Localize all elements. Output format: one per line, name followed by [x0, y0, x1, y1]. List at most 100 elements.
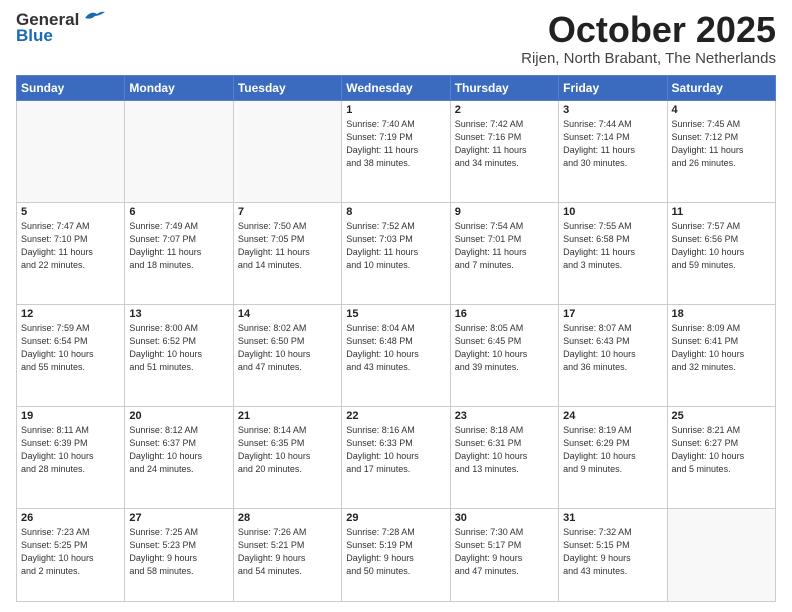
weekday-header-row: SundayMondayTuesdayWednesdayThursdayFrid…: [17, 75, 776, 100]
day-info: Sunrise: 8:05 AM Sunset: 6:45 PM Dayligh…: [455, 322, 554, 374]
calendar-cell: [667, 508, 775, 601]
calendar-cell: 10 Sunrise: 7:55 AM Sunset: 6:58 PM Dayli…: [559, 202, 667, 304]
day-info: Sunrise: 7:49 AM Sunset: 7:07 PM Dayligh…: [129, 220, 228, 272]
location: Rijen, North Brabant, The Netherlands: [521, 50, 776, 67]
calendar-week-5: 26 Sunrise: 7:23 AM Sunset: 5:25 PM Dayli…: [17, 508, 776, 601]
day-info: Sunrise: 7:30 AM Sunset: 5:17 PM Dayligh…: [455, 526, 554, 578]
day-number: 27: [129, 512, 228, 524]
day-info: Sunrise: 8:04 AM Sunset: 6:48 PM Dayligh…: [346, 322, 445, 374]
weekday-header-thursday: Thursday: [450, 75, 558, 100]
calendar-cell: 28 Sunrise: 7:26 AM Sunset: 5:21 PM Dayli…: [233, 508, 341, 601]
day-number: 12: [21, 308, 120, 320]
day-number: 11: [672, 206, 771, 218]
day-info: Sunrise: 8:12 AM Sunset: 6:37 PM Dayligh…: [129, 424, 228, 476]
day-info: Sunrise: 8:09 AM Sunset: 6:41 PM Dayligh…: [672, 322, 771, 374]
logo: General Blue: [16, 10, 105, 46]
day-info: Sunrise: 7:55 AM Sunset: 6:58 PM Dayligh…: [563, 220, 662, 272]
day-number: 30: [455, 512, 554, 524]
calendar-cell: 19 Sunrise: 8:11 AM Sunset: 6:39 PM Dayli…: [17, 406, 125, 508]
day-number: 7: [238, 206, 337, 218]
calendar-week-3: 12Sunrise: 7:59 AM Sunset: 6:54 PM Dayli…: [17, 304, 776, 406]
day-number: 5: [21, 206, 120, 218]
calendar-cell: 20 Sunrise: 8:12 AM Sunset: 6:37 PM Dayli…: [125, 406, 233, 508]
month-title: October 2025: [521, 10, 776, 50]
day-number: 20: [129, 410, 228, 422]
day-number: 15: [346, 308, 445, 320]
day-info: Sunrise: 8:02 AM Sunset: 6:50 PM Dayligh…: [238, 322, 337, 374]
calendar-cell: [125, 100, 233, 202]
day-info: Sunrise: 8:19 AM Sunset: 6:29 PM Dayligh…: [563, 424, 662, 476]
calendar-cell: 26 Sunrise: 7:23 AM Sunset: 5:25 PM Dayli…: [17, 508, 125, 601]
title-block: October 2025 Rijen, North Brabant, The N…: [521, 10, 776, 67]
calendar-cell: 17Sunrise: 8:07 AM Sunset: 6:43 PM Dayli…: [559, 304, 667, 406]
day-number: 29: [346, 512, 445, 524]
weekday-header-wednesday: Wednesday: [342, 75, 450, 100]
day-info: Sunrise: 7:57 AM Sunset: 6:56 PM Dayligh…: [672, 220, 771, 272]
day-info: Sunrise: 7:45 AM Sunset: 7:12 PM Dayligh…: [672, 118, 771, 170]
header: General Blue October 2025 Rijen, North B…: [16, 10, 776, 67]
calendar-cell: 6Sunrise: 7:49 AM Sunset: 7:07 PM Daylig…: [125, 202, 233, 304]
day-info: Sunrise: 7:28 AM Sunset: 5:19 PM Dayligh…: [346, 526, 445, 578]
day-number: 25: [672, 410, 771, 422]
day-number: 24: [563, 410, 662, 422]
day-number: 9: [455, 206, 554, 218]
day-number: 10: [563, 206, 662, 218]
day-number: 13: [129, 308, 228, 320]
weekday-header-saturday: Saturday: [667, 75, 775, 100]
calendar-week-4: 19 Sunrise: 8:11 AM Sunset: 6:39 PM Dayli…: [17, 406, 776, 508]
page: General Blue October 2025 Rijen, North B…: [0, 0, 792, 612]
day-number: 31: [563, 512, 662, 524]
weekday-header-monday: Monday: [125, 75, 233, 100]
calendar-cell: 29 Sunrise: 7:28 AM Sunset: 5:19 PM Dayli…: [342, 508, 450, 601]
day-number: 3: [563, 104, 662, 116]
weekday-header-friday: Friday: [559, 75, 667, 100]
calendar-cell: 23Sunrise: 8:18 AM Sunset: 6:31 PM Dayli…: [450, 406, 558, 508]
calendar-cell: 16 Sunrise: 8:05 AM Sunset: 6:45 PM Dayli…: [450, 304, 558, 406]
calendar-cell: 8 Sunrise: 7:52 AM Sunset: 7:03 PM Daylig…: [342, 202, 450, 304]
calendar-week-1: 1 Sunrise: 7:40 AM Sunset: 7:19 PM Daylig…: [17, 100, 776, 202]
day-number: 16: [455, 308, 554, 320]
day-number: 14: [238, 308, 337, 320]
day-number: 26: [21, 512, 120, 524]
day-info: Sunrise: 7:44 AM Sunset: 7:14 PM Dayligh…: [563, 118, 662, 170]
logo-bird-icon: [83, 10, 105, 26]
day-number: 1: [346, 104, 445, 116]
calendar-cell: 25Sunrise: 8:21 AM Sunset: 6:27 PM Dayli…: [667, 406, 775, 508]
day-number: 18: [672, 308, 771, 320]
day-info: Sunrise: 7:42 AM Sunset: 7:16 PM Dayligh…: [455, 118, 554, 170]
day-info: Sunrise: 7:52 AM Sunset: 7:03 PM Dayligh…: [346, 220, 445, 272]
day-number: 2: [455, 104, 554, 116]
day-number: 19: [21, 410, 120, 422]
calendar-cell: 15 Sunrise: 8:04 AM Sunset: 6:48 PM Dayli…: [342, 304, 450, 406]
day-number: 21: [238, 410, 337, 422]
day-info: Sunrise: 7:26 AM Sunset: 5:21 PM Dayligh…: [238, 526, 337, 578]
day-info: Sunrise: 7:40 AM Sunset: 7:19 PM Dayligh…: [346, 118, 445, 170]
calendar-cell: 18 Sunrise: 8:09 AM Sunset: 6:41 PM Dayli…: [667, 304, 775, 406]
calendar-cell: 12Sunrise: 7:59 AM Sunset: 6:54 PM Dayli…: [17, 304, 125, 406]
logo-blue-text: Blue: [16, 26, 53, 46]
calendar-cell: 3 Sunrise: 7:44 AM Sunset: 7:14 PM Daylig…: [559, 100, 667, 202]
calendar-cell: 2 Sunrise: 7:42 AM Sunset: 7:16 PM Daylig…: [450, 100, 558, 202]
day-info: Sunrise: 7:32 AM Sunset: 5:15 PM Dayligh…: [563, 526, 662, 578]
calendar-cell: 31 Sunrise: 7:32 AM Sunset: 5:15 PM Dayli…: [559, 508, 667, 601]
day-info: Sunrise: 8:11 AM Sunset: 6:39 PM Dayligh…: [21, 424, 120, 476]
day-number: 28: [238, 512, 337, 524]
weekday-header-sunday: Sunday: [17, 75, 125, 100]
day-info: Sunrise: 7:50 AM Sunset: 7:05 PM Dayligh…: [238, 220, 337, 272]
day-info: Sunrise: 7:54 AM Sunset: 7:01 PM Dayligh…: [455, 220, 554, 272]
calendar-week-2: 5 Sunrise: 7:47 AM Sunset: 7:10 PM Daylig…: [17, 202, 776, 304]
calendar-cell: 30 Sunrise: 7:30 AM Sunset: 5:17 PM Dayli…: [450, 508, 558, 601]
calendar-cell: 14 Sunrise: 8:02 AM Sunset: 6:50 PM Dayli…: [233, 304, 341, 406]
day-info: Sunrise: 7:47 AM Sunset: 7:10 PM Dayligh…: [21, 220, 120, 272]
calendar-cell: 11 Sunrise: 7:57 AM Sunset: 6:56 PM Dayli…: [667, 202, 775, 304]
day-info: Sunrise: 8:00 AM Sunset: 6:52 PM Dayligh…: [129, 322, 228, 374]
day-number: 4: [672, 104, 771, 116]
day-info: Sunrise: 8:14 AM Sunset: 6:35 PM Dayligh…: [238, 424, 337, 476]
day-number: 8: [346, 206, 445, 218]
calendar-cell: 7 Sunrise: 7:50 AM Sunset: 7:05 PM Daylig…: [233, 202, 341, 304]
weekday-header-tuesday: Tuesday: [233, 75, 341, 100]
calendar-cell: 24 Sunrise: 8:19 AM Sunset: 6:29 PM Dayli…: [559, 406, 667, 508]
day-info: Sunrise: 7:23 AM Sunset: 5:25 PM Dayligh…: [21, 526, 120, 578]
calendar-cell: 9 Sunrise: 7:54 AM Sunset: 7:01 PM Daylig…: [450, 202, 558, 304]
calendar-cell: 4 Sunrise: 7:45 AM Sunset: 7:12 PM Daylig…: [667, 100, 775, 202]
